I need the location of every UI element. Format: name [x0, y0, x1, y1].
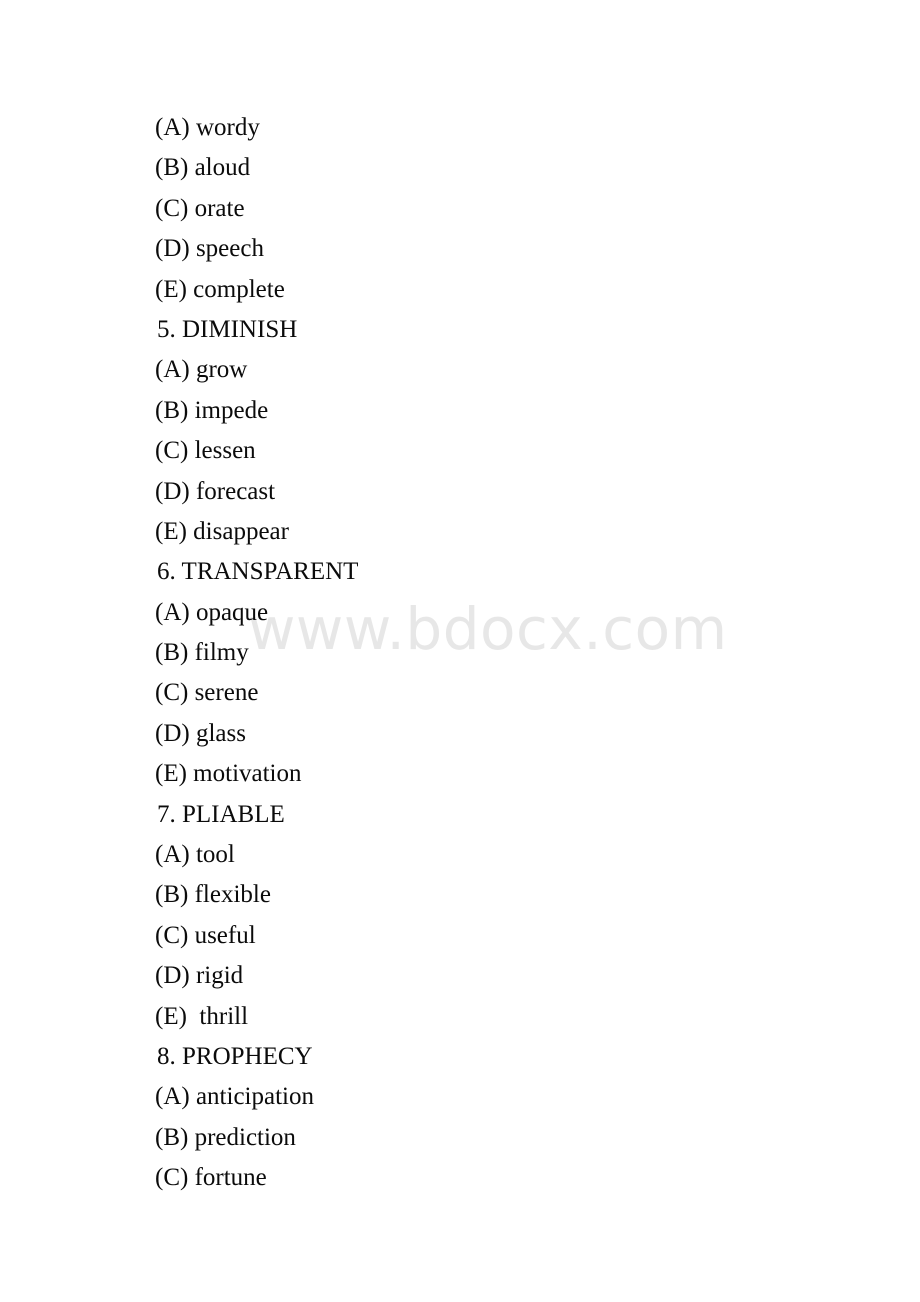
- answer-option: (C) fortune: [155, 1164, 267, 1192]
- answer-option: (E) complete: [155, 275, 285, 303]
- answer-option: (D) glass: [155, 719, 246, 747]
- answer-option: (B) impede: [155, 396, 269, 424]
- answer-option: (B) flexible: [155, 881, 271, 909]
- answer-option: (C) lessen: [155, 437, 256, 465]
- answer-option: (A) wordy: [155, 114, 260, 141]
- answer-option: (A) anticipation: [155, 1083, 314, 1111]
- answer-option: (B) filmy: [155, 639, 249, 667]
- answer-option: (D) rigid: [155, 962, 244, 990]
- answer-option: (D) speech: [155, 235, 264, 263]
- answer-option: (D) forecast: [155, 477, 276, 505]
- answer-option: (A) tool: [155, 841, 235, 869]
- answer-option: (A) grow: [155, 356, 248, 384]
- question-heading: 8. PROPHECY: [157, 1042, 313, 1070]
- answer-option: (C) useful: [155, 921, 256, 949]
- answer-option: (B) prediction: [155, 1123, 296, 1151]
- answer-option: (C) serene: [155, 679, 259, 707]
- question-heading: 5. DIMINISH: [157, 315, 298, 343]
- answer-option: (E) thrill: [155, 1002, 249, 1030]
- answer-option: (E) disappear: [155, 517, 289, 545]
- document-text-body: (A) wordy (B) aloud (C) orate (D) speech (E)…: [0, 0, 920, 1199]
- question-heading: 7. PLIABLE: [157, 800, 285, 828]
- answer-option: (C) orate: [155, 194, 245, 222]
- question-heading: 6. TRANSPARENT: [157, 558, 359, 586]
- document-page: www.bdocx.com (A) wordy (B) aloud (C) orat…: [0, 0, 920, 1302]
- answer-option: (E) motivation: [155, 760, 302, 788]
- answer-option: (B) aloud: [155, 154, 251, 182]
- answer-option: (A) opaque: [155, 598, 269, 626]
